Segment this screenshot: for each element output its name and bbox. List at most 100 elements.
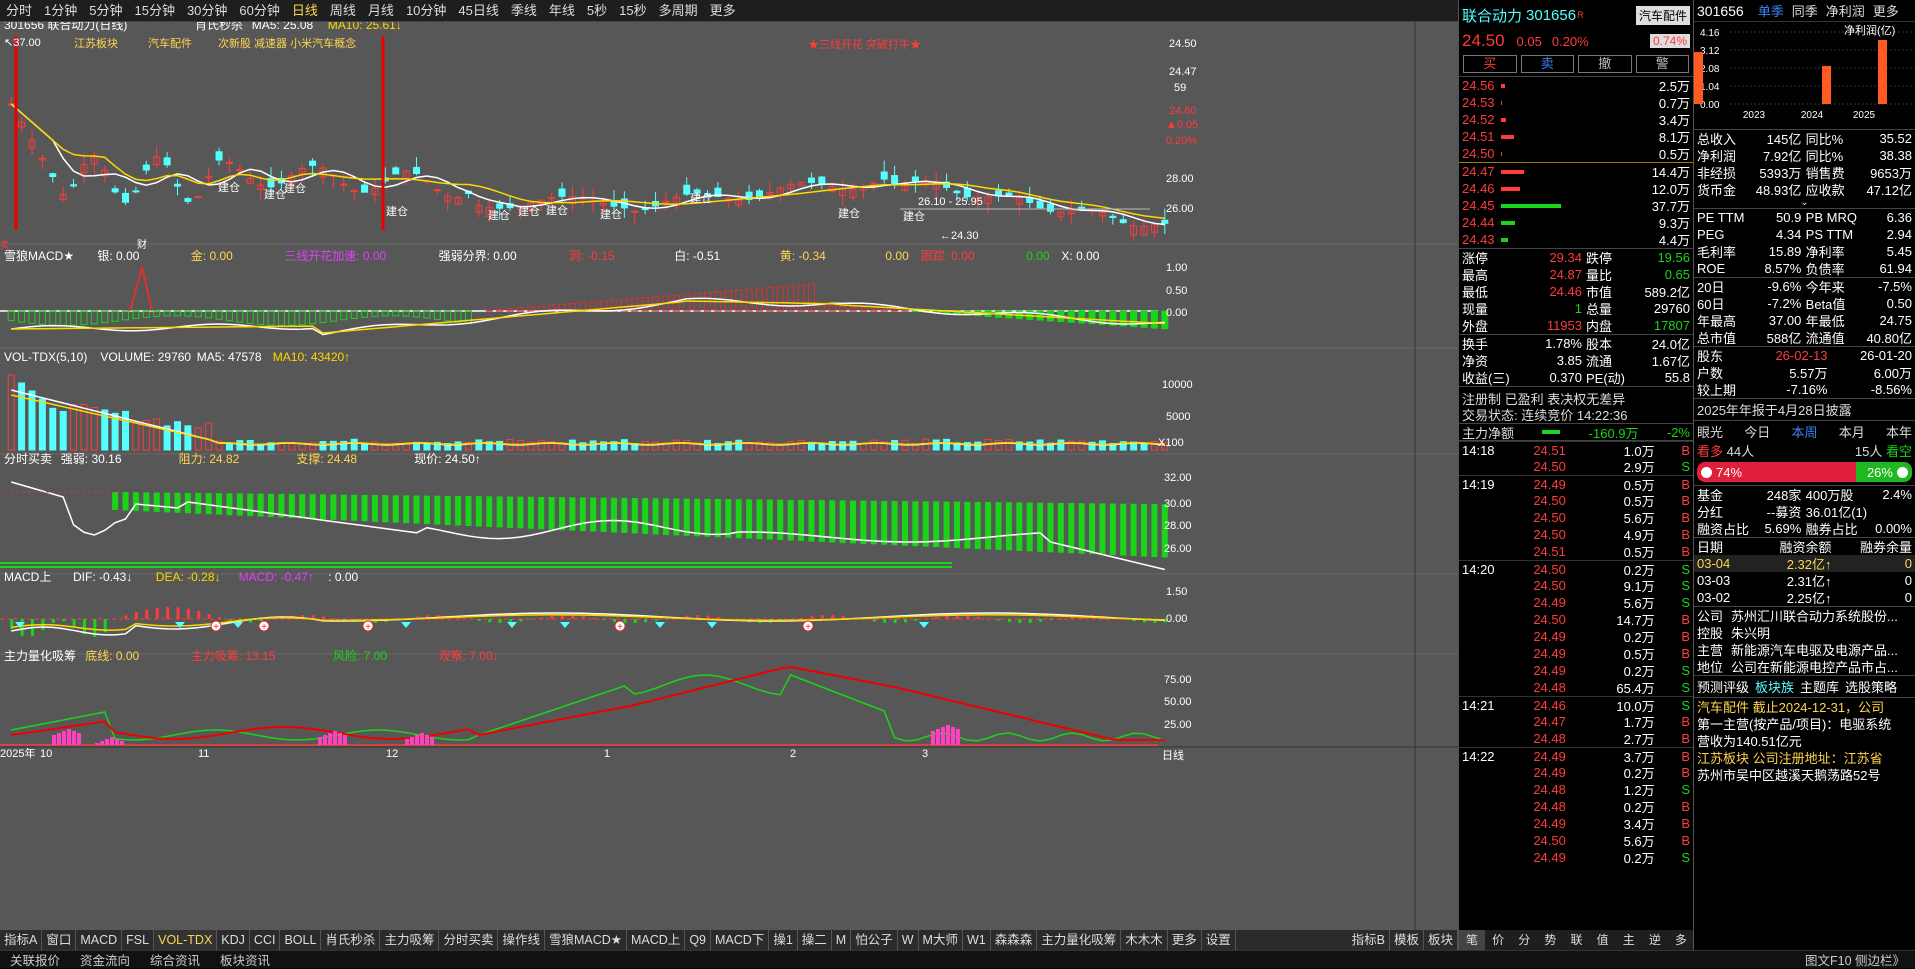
status-item-sector[interactable]: 板块资讯 xyxy=(210,950,280,969)
news-row: 江苏板块 公司注册地址：江苏省 xyxy=(1694,749,1915,766)
stock-name: 联合动力 xyxy=(1462,5,1522,26)
period-tab-0[interactable]: 分时 xyxy=(0,0,38,22)
sidebar-toggle[interactable]: 图文F10 侧边栏》 xyxy=(1795,950,1915,969)
news-row: 第一主营(按产品/项目)：电驱系统 xyxy=(1694,715,1915,732)
period-tab-2[interactable]: 5分钟 xyxy=(83,0,128,22)
period-tab-13[interactable]: 5秒 xyxy=(581,0,613,22)
volume-bar xyxy=(746,444,752,450)
f10-link-1[interactable]: 板块族 xyxy=(1755,677,1794,696)
margin-row: 03-042.32亿↑0 xyxy=(1694,555,1915,572)
indicator-tab-16[interactable]: 操1 xyxy=(769,930,797,950)
indicator-tab-4[interactable]: VOL-TDX xyxy=(154,930,217,950)
detail-tab-8[interactable]: 多 xyxy=(1668,930,1693,950)
indicator-tab-5[interactable]: KDJ xyxy=(217,930,250,950)
detail-tab-6[interactable]: 主 xyxy=(1616,930,1642,950)
eye-tab-today[interactable]: 今日 xyxy=(1744,422,1770,441)
chart-area[interactable]: 301656 联合动力(日线)肖氏秒杀MA5: 25.08MA10: 25.61… xyxy=(0,22,1458,930)
status-item-quote[interactable]: 关联报价 xyxy=(0,950,70,969)
indicator-tab-12[interactable]: 雪狼MACD★ xyxy=(545,930,627,950)
indicator-tab-15[interactable]: MACD下 xyxy=(711,930,769,950)
status-item-flow[interactable]: 资金流向 xyxy=(70,950,140,969)
indicator-tab-2[interactable]: MACD xyxy=(76,930,122,950)
buy-bar xyxy=(123,492,129,510)
indicator-tab-0[interactable]: 指标A xyxy=(0,930,42,950)
period-tab-5[interactable]: 60分钟 xyxy=(233,0,285,22)
zl-bar xyxy=(338,733,342,745)
margin-cell: 03-03 xyxy=(1697,573,1747,588)
alert-button[interactable]: 警 xyxy=(1636,55,1690,73)
indicator-tab-3[interactable]: FSL xyxy=(122,930,154,950)
indicator-tab-27[interactable]: 设置 xyxy=(1202,930,1236,950)
indicator-tab-6[interactable]: CCI xyxy=(250,930,281,950)
f10-link-3[interactable]: 选股策略 xyxy=(1845,677,1897,696)
tab-sameq[interactable]: 同季 xyxy=(1792,1,1818,20)
cancel-button[interactable]: 撤 xyxy=(1578,55,1632,73)
period-tab-4[interactable]: 30分钟 xyxy=(181,0,233,22)
macd2-bar xyxy=(52,619,55,623)
indicator-tab-22[interactable]: W1 xyxy=(963,930,991,950)
period-tab-7[interactable]: 周线 xyxy=(324,0,362,22)
indicator-tab-13[interactable]: MACD上 xyxy=(627,930,685,950)
f10-link-2[interactable]: 主题库 xyxy=(1800,677,1839,696)
period-tab-3[interactable]: 15分钟 xyxy=(128,0,180,22)
margin-head-0: 日期 xyxy=(1697,537,1747,556)
tick-side: B xyxy=(1668,612,1690,627)
tab-profit[interactable]: 净利润 xyxy=(1826,1,1865,20)
status-item-news[interactable]: 综合资讯 xyxy=(140,950,210,969)
period-tab-11[interactable]: 季线 xyxy=(505,0,543,22)
period-tab-1[interactable]: 1分钟 xyxy=(38,0,83,22)
price-change: 0.05 xyxy=(1517,34,1542,49)
period-tab-10[interactable]: 45日线 xyxy=(452,0,504,22)
indicator-tab-14[interactable]: Q9 xyxy=(685,930,711,950)
period-tab-15[interactable]: 多周期 xyxy=(653,0,704,22)
sector-badge[interactable]: 汽车配件 xyxy=(1636,6,1690,25)
period-tab-12[interactable]: 年线 xyxy=(543,0,581,22)
kline-chart[interactable]: 301656 联合动力(日线)肖氏秒杀MA5: 25.08MA10: 25.61… xyxy=(0,22,1458,930)
zl-green-line xyxy=(11,675,1165,741)
detail-tab-2[interactable]: 分 xyxy=(1511,930,1537,950)
indicator-tab-29[interactable]: 模板 xyxy=(1390,930,1424,950)
indicator-tab-20[interactable]: W xyxy=(898,930,919,950)
indicator-tab-1[interactable]: 窗口 xyxy=(42,930,76,950)
indicator-tab-25[interactable]: 木木木 xyxy=(1121,930,1168,950)
indicator-tab-11[interactable]: 操作线 xyxy=(498,930,545,950)
eye-tab-week[interactable]: 本周 xyxy=(1791,422,1817,441)
period-tab-16[interactable]: 更多 xyxy=(704,0,742,22)
indicator-tab-19[interactable]: 怕公子 xyxy=(851,930,898,950)
eye-tab-month[interactable]: 本月 xyxy=(1839,422,1865,441)
perf-table: 20日-9.6%今年来-7.5%60日-7.2%Beta值0.50年最高37.0… xyxy=(1694,277,1915,346)
f10-link-0[interactable]: 预测评级 xyxy=(1697,677,1749,696)
indicator-tab-24[interactable]: 主力量化吸筹 xyxy=(1037,930,1121,950)
buy-bar xyxy=(517,497,523,529)
indicator-tab-8[interactable]: 肖氏秒杀 xyxy=(321,930,380,950)
indicator-tab-28[interactable]: 指标B xyxy=(1348,930,1390,950)
buy-bar xyxy=(486,496,492,527)
tab-more[interactable]: 更多 xyxy=(1873,1,1899,20)
detail-tab-4[interactable]: 联 xyxy=(1563,930,1589,950)
build-position-label: 建仓 xyxy=(386,204,408,218)
buy-button[interactable]: 买 xyxy=(1463,55,1517,73)
indicator-tab-10[interactable]: 分时买卖 xyxy=(439,930,498,950)
macd2-title: MACD上 xyxy=(4,570,51,584)
expand-icon[interactable]: ⌄ xyxy=(1694,198,1915,208)
period-tab-14[interactable]: 15秒 xyxy=(613,0,652,22)
period-tab-9[interactable]: 10分钟 xyxy=(400,0,452,22)
detail-tab-0[interactable]: 笔 xyxy=(1459,930,1485,950)
indicator-tab-7[interactable]: BOLL xyxy=(280,930,321,950)
detail-tab-1[interactable]: 价 xyxy=(1485,930,1511,950)
indicator-tab-23[interactable]: 森森森 xyxy=(991,930,1038,950)
tab-quarter[interactable]: 单季 xyxy=(1758,1,1784,20)
detail-tab-7[interactable]: 逆 xyxy=(1642,930,1668,950)
indicator-tab-17[interactable]: 操二 xyxy=(798,930,832,950)
indicator-tab-26[interactable]: 更多 xyxy=(1168,930,1202,950)
period-tab-8[interactable]: 月线 xyxy=(362,0,400,22)
eye-tab-year[interactable]: 本年 xyxy=(1886,422,1912,441)
indicator-tab-30[interactable]: 板块 xyxy=(1424,930,1458,950)
indicator-tab-9[interactable]: 主力吸筹 xyxy=(380,930,439,950)
detail-tab-3[interactable]: 势 xyxy=(1537,930,1563,950)
period-tab-6[interactable]: 日线 xyxy=(286,0,324,22)
sell-button[interactable]: 卖 xyxy=(1521,55,1575,73)
indicator-tab-18[interactable]: M xyxy=(832,930,851,950)
detail-tab-5[interactable]: 值 xyxy=(1590,930,1616,950)
indicator-tab-21[interactable]: M大师 xyxy=(919,930,963,950)
